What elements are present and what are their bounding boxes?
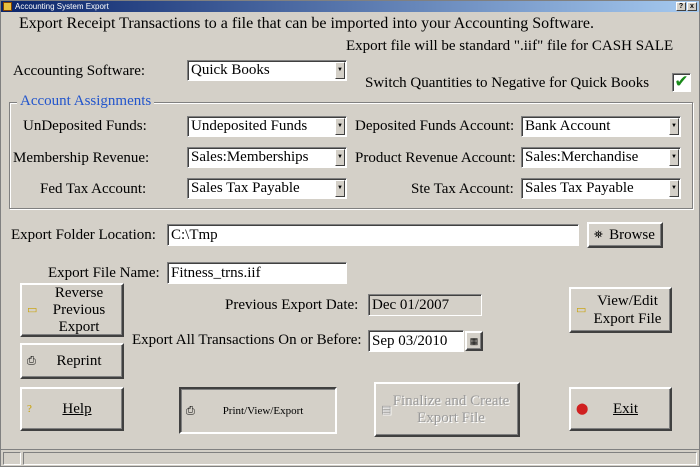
chevron-down-icon[interactable]: ▼ — [335, 62, 345, 79]
folder-label: Export Folder Location: — [11, 227, 156, 243]
deposited-value: Bank Account — [525, 118, 611, 134]
calendar-icon: ▦ — [469, 336, 479, 346]
on-before-input[interactable]: Sep 03/2010 — [368, 330, 464, 352]
reprint-label: Reprint — [56, 353, 102, 369]
switch-qty-checkbox[interactable]: ✔ — [672, 73, 691, 92]
software-select[interactable]: Quick Books ▼ — [187, 60, 347, 81]
reverse-export-button[interactable]: ▭ Reverse Previous Export — [20, 283, 124, 337]
printer-icon: ⎙ — [186, 404, 195, 417]
title-bar: Accounting System Export ? x — [1, 1, 699, 12]
close-title-button[interactable]: x — [687, 2, 697, 11]
finalize-line2: Export File — [417, 409, 485, 426]
view-edit-line2: Export File — [593, 311, 662, 327]
ste-tax-label: Ste Tax Account: — [411, 181, 514, 197]
folder-icon: ▭ — [27, 304, 38, 316]
browse-label: Browse — [609, 227, 655, 243]
membership-value: Sales:Memberships — [191, 149, 309, 165]
deposited-label: Deposited Funds Account: — [355, 118, 515, 134]
membership-select[interactable]: Sales:Memberships ▼ — [187, 147, 347, 168]
chevron-down-icon[interactable]: ▼ — [669, 149, 679, 166]
chevron-down-icon[interactable]: ▼ — [669, 180, 679, 197]
reverse-line1: Reverse — [54, 284, 104, 301]
finalize-line1: Finalize and Create — [392, 392, 510, 409]
membership-label: Membership Revenue: — [13, 150, 150, 166]
finalize-label: Finalize and Create Export File — [385, 393, 510, 427]
help-title-button[interactable]: ? — [676, 2, 686, 11]
window-title: Accounting System Export — [15, 2, 109, 11]
view-edit-button[interactable]: ▭ View/Edit Export File — [569, 287, 672, 333]
iif-note: Export file will be standard ".iif" file… — [346, 38, 674, 54]
switch-qty-label: Switch Quantities to Negative for Quick … — [365, 75, 650, 91]
print-view-export-label: Print/View/Export — [222, 404, 304, 417]
undeposited-label: UnDeposited Funds: — [23, 118, 147, 134]
reverse-label: Reverse Previous Export — [39, 285, 106, 336]
folder-icon: ▭ — [576, 304, 587, 316]
chevron-down-icon[interactable]: ▼ — [335, 149, 345, 166]
view-edit-label: View/Edit Export File — [580, 292, 662, 328]
deposited-select[interactable]: Bank Account ▼ — [521, 116, 681, 137]
status-panel-2 — [23, 452, 697, 465]
ste-tax-value: Sales Tax Payable — [525, 180, 634, 196]
print-view-export-button[interactable]: ⎙ Print/View/Export — [179, 387, 337, 434]
account-assignments-title: Account Assignments — [17, 93, 155, 110]
disk-icon: ▤ — [381, 403, 392, 416]
undeposited-select[interactable]: Undeposited Funds ▼ — [187, 116, 347, 137]
fed-tax-value: Sales Tax Payable — [191, 180, 300, 196]
reprint-button[interactable]: ⎙ Reprint — [20, 343, 124, 379]
question-icon: ? — [27, 403, 32, 415]
export-window: Accounting System Export ? x Export Rece… — [0, 0, 700, 467]
status-panel-1 — [3, 452, 21, 465]
chevron-down-icon[interactable]: ▼ — [669, 118, 679, 135]
product-label: Product Revenue Account: — [355, 150, 516, 166]
software-value: Quick Books — [191, 62, 270, 78]
fed-tax-label: Fed Tax Account: — [40, 181, 147, 197]
fed-tax-select[interactable]: Sales Tax Payable ▼ — [187, 178, 347, 199]
chevron-down-icon[interactable]: ▼ — [335, 180, 345, 197]
binoculars-icon: ⛯ — [594, 229, 603, 241]
product-select[interactable]: Sales:Merchandise ▼ — [521, 147, 681, 168]
product-value: Sales:Merchandise — [525, 149, 639, 165]
checkmark-icon: ✔ — [674, 72, 689, 92]
reverse-line2: Previous — [52, 301, 106, 318]
ste-tax-select[interactable]: Sales Tax Payable ▼ — [521, 178, 681, 199]
view-edit-line1: View/Edit — [597, 293, 658, 309]
file-name-label: Export File Name: — [48, 265, 160, 281]
browse-button[interactable]: ⛯ Browse — [587, 222, 663, 248]
status-bar — [1, 449, 699, 466]
file-name-input[interactable]: Fitness_trns.iif — [167, 262, 347, 284]
help-button[interactable]: ? Help — [20, 387, 124, 431]
reverse-line3: Export — [58, 318, 100, 335]
finalize-button[interactable]: ▤ Finalize and Create Export File — [374, 382, 520, 437]
prev-date-label: Previous Export Date: — [225, 297, 359, 313]
printer-icon: ⎙ — [27, 355, 36, 367]
exit-label: Exit — [613, 401, 638, 417]
undeposited-value: Undeposited Funds — [191, 118, 308, 134]
folder-input[interactable]: C:\Tmp — [167, 224, 579, 246]
app-icon — [3, 2, 12, 11]
help-label: Help — [62, 401, 92, 417]
software-label: Accounting Software: — [13, 63, 146, 79]
prev-date-field: Dec 01/2007 — [368, 294, 482, 316]
chevron-down-icon[interactable]: ▼ — [335, 118, 345, 135]
exit-button[interactable]: ⬤ Exit — [569, 387, 672, 431]
stop-icon: ⬤ — [576, 403, 589, 415]
calendar-button[interactable]: ▦ — [465, 331, 483, 351]
intro-text: Export Receipt Transactions to a file th… — [19, 15, 594, 32]
on-before-label: Export All Transactions On or Before: — [132, 332, 362, 348]
